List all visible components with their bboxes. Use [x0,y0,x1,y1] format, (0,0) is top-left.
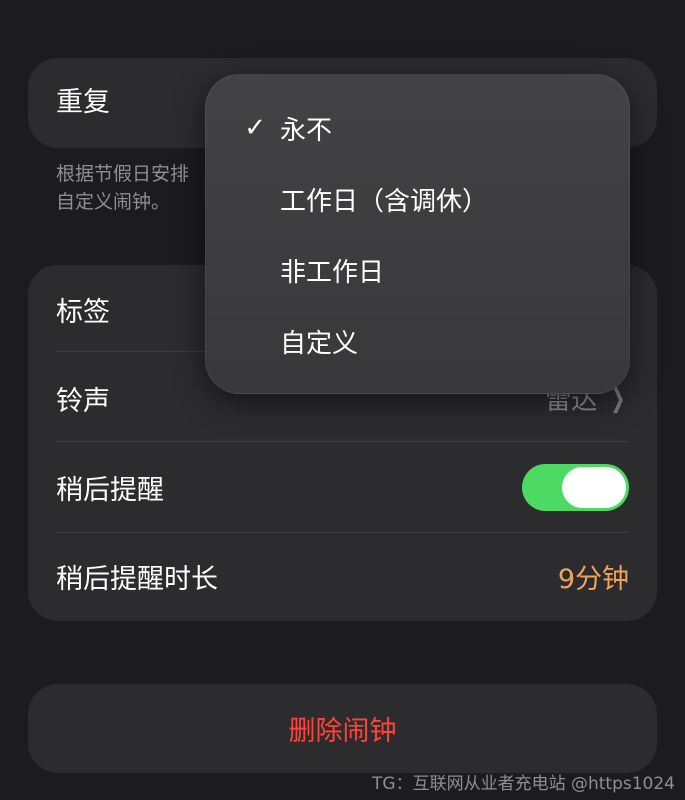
snooze-duration-title: 稍后提醒时长 [56,564,218,595]
menu-item-label: 永不 [280,115,333,146]
menu-item-never[interactable]: ✓ 永不 [206,93,629,163]
label-row-title: 标签 [56,297,110,328]
menu-item-custom[interactable]: 自定义 [206,306,629,376]
snooze-row: 稍后提醒 [56,443,629,532]
delete-alarm-label: 删除闹钟 [288,716,397,747]
menu-item-workdays[interactable]: 工作日（含调休） [206,164,629,234]
menu-item-label: 工作日（含调休） [280,186,489,217]
snooze-duration-row[interactable]: 稍后提醒时长 9分钟 [56,532,629,621]
menu-item-label: 自定义 [280,328,359,359]
alarm-edit-screen: 重复 根据节假日安排 自定义闹钟。 标签 铃声 雷达 ❯ 稍后提醒 稍后提醒时长 [0,0,685,800]
repeat-options-menu: ✓ 永不 工作日（含调休） 非工作日 自定义 [205,74,630,394]
delete-alarm-button[interactable]: 删除闹钟 [28,684,657,773]
snooze-toggle[interactable] [522,464,629,511]
divider [56,441,629,442]
snooze-row-title: 稍后提醒 [56,475,164,506]
repeat-label: 重复 [56,87,110,118]
toggle-knob [562,467,626,508]
menu-item-non-workdays[interactable]: 非工作日 [206,235,629,305]
snooze-duration-value: 9分钟 [557,564,629,595]
menu-item-label: 非工作日 [280,257,385,288]
checkmark-icon: ✓ [244,113,266,143]
ringtone-row-title: 铃声 [56,386,110,417]
watermark-text: TG：互联网从业者充电站 @https1024 [372,774,675,794]
